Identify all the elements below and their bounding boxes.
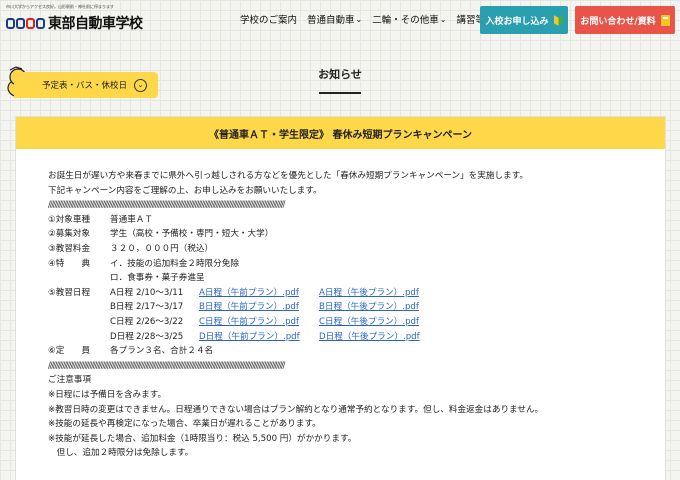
beginner-mark-icon — [553, 14, 563, 26]
logo[interactable]: 市川大学からアクセス良好。山形駅前・神社前に停まります 東部自動車学校 — [6, 4, 143, 33]
intro-line: 下記キャンペーン内容をご理解の上、お申し込みをお願いいたします。 — [48, 185, 322, 196]
contact-button[interactable]: お問い合わせ/資料 — [575, 6, 675, 34]
capacity-label: ⑥定 員 — [48, 346, 91, 357]
schedule-name: D日程 — [110, 331, 134, 342]
pdf-link-am[interactable]: C日程（午前プラン）.pdf — [199, 315, 319, 330]
schedule-label: ⑤教習日程 — [48, 287, 91, 298]
pdf-link-pm[interactable]: D日程（午後プラン）.pdf — [319, 330, 420, 345]
page-title: お知らせ — [318, 68, 362, 81]
detail-row: ④特 典 イ．技能の追加料金２時限分免除 — [48, 257, 665, 272]
main-nav: 学校のご案内 普通自動車⌄ 二輪・その他車⌄ 講習等⌄ — [240, 12, 503, 27]
detail-label: ②募集対象 — [48, 229, 91, 240]
detail-label: ①対象車種 — [48, 214, 91, 225]
pdf-link-pm[interactable]: C日程（午後プラン）.pdf — [319, 315, 419, 330]
schedule-dates: 2/28〜3/25 — [136, 331, 184, 342]
note-item: ※教習日時の変更はできません。日程通りできない場合はプラン解約となり通常予約とな… — [48, 404, 544, 415]
intro-line: お誕生日が遅い方や来春までに県外へ引っ越しされる方などを優先とした「春休み短期プ… — [48, 171, 528, 181]
schedule-dates: 2/26〜3/22 — [136, 316, 184, 327]
capacity-value: 各プラン３名、合計２４名 — [110, 346, 214, 357]
chevron-down-icon: ⌄ — [439, 14, 447, 24]
note-item: ※技能の延長や再検定になった場合、卒業日が遅れることがあります。 — [48, 419, 321, 430]
logo-mark-icon — [6, 17, 45, 29]
detail-row: ②募集対象 学生（高校・予備校・専門・短大・大学） — [48, 227, 665, 242]
nav-item-car[interactable]: 普通自動車 ⌄ — [307, 12, 363, 27]
pdf-link-am[interactable]: D日程（午前プラン）.pdf — [199, 330, 319, 345]
detail-label: ④特 典 — [48, 258, 91, 269]
schedule-row: D日程 2/28〜3/25 D日程（午前プラン）.pdf D日程（午後プラン）.… — [48, 330, 665, 345]
nav-item-label: 普通自動車 — [307, 15, 355, 26]
detail-row: ロ．食事券・菓子券進呈 — [48, 271, 665, 286]
title-underline — [319, 92, 361, 94]
notice-card-title: 《普通車ＡＴ・学生限定》 春休み短期プランキャンペーン — [16, 117, 665, 149]
nav-item-label: 学校のご案内 — [240, 15, 298, 26]
separator: ////////////////////////////////////////… — [48, 200, 285, 211]
separator: ////////////////////////////////////////… — [48, 360, 285, 371]
detail-value: イ．技能の追加料金２時限分免除 — [110, 258, 239, 269]
site-header: 市川大学からアクセス良好。山形駅前・神社前に停まります 東部自動車学校 学校のご… — [0, 0, 680, 42]
schedule-name: C日程 — [110, 316, 134, 327]
schedule-row: C日程 2/26〜3/22 C日程（午前プラン）.pdf C日程（午後プラン）.… — [48, 315, 665, 330]
detail-value: 普通車ＡＴ — [110, 214, 153, 225]
nav-item-about[interactable]: 学校のご案内 — [240, 12, 297, 26]
detail-value: ロ．食事券・菓子券進呈 — [110, 273, 205, 284]
detail-row: ③教習料金 ３２０，０００円（税込） — [48, 242, 665, 257]
pdf-link-am[interactable]: B日程（午前プラン）.pdf — [199, 300, 319, 315]
schedule-dates: 2/10〜3/11 — [136, 287, 184, 298]
schedule-row: ⑤教習日程 A日程 2/10〜3/11 A日程（午前プラン）.pdf A日程（午… — [48, 286, 665, 301]
schedule-dates: 2/17〜3/17 — [136, 302, 184, 313]
detail-label: ③教習料金 — [48, 243, 91, 254]
detail-label — [48, 271, 110, 286]
pdf-link-am[interactable]: A日程（午前プラン）.pdf — [199, 286, 319, 301]
capacity-row: ⑥定 員 各プラン３名、合計２４名 — [48, 344, 665, 359]
pdf-link-pm[interactable]: B日程（午後プラン）.pdf — [319, 300, 419, 315]
logo-tagline: 市川大学からアクセス良好。山形駅前・神社前に停まります — [6, 4, 114, 9]
apply-button[interactable]: 入校お申し込み — [480, 6, 568, 34]
logo-text: 東部自動車学校 — [48, 16, 143, 32]
notice-card: 《普通車ＡＴ・学生限定》 春休み短期プランキャンペーン お誕生日が遅い方や来春ま… — [15, 116, 666, 480]
note-item: ※技能が延長した場合、追加料金（1時限当り：税込 5,500 円）がかかります。 — [48, 433, 357, 444]
apply-button-label: 入校お申し込み — [485, 16, 549, 27]
detail-value: 学生（高校・予備校・専門・短大・大学） — [110, 229, 274, 240]
schedule-name: A日程 — [110, 287, 134, 298]
nav-item-motorcycle[interactable]: 二輪・その他車 ⌄ — [372, 12, 447, 27]
notice-card-body: お誕生日が遅い方や来春までに県外へ引っ越しされる方などを優先とした「春休み短期プ… — [16, 149, 665, 461]
schedule-name: B日程 — [110, 302, 134, 313]
detail-value: ３２０，０００円（税込） — [110, 243, 214, 254]
schedule-row: B日程 2/17〜3/17 B日程（午前プラン）.pdf B日程（午後プラン）.… — [48, 300, 665, 315]
note-item: 但し、追加２時限分は免除します。 — [48, 448, 194, 459]
note-item: ※日程には予備日を含みます。 — [48, 389, 167, 400]
notes-title: ご注意事項 — [48, 375, 91, 386]
document-icon — [660, 14, 670, 26]
detail-row: ①対象車種 普通車ＡＴ — [48, 213, 665, 228]
contact-button-label: お問い合わせ/資料 — [580, 16, 656, 27]
chevron-down-icon: ⌄ — [355, 14, 363, 24]
nav-item-label: 二輪・その他車 — [372, 15, 439, 26]
pdf-link-pm[interactable]: A日程（午後プラン）.pdf — [319, 286, 419, 301]
